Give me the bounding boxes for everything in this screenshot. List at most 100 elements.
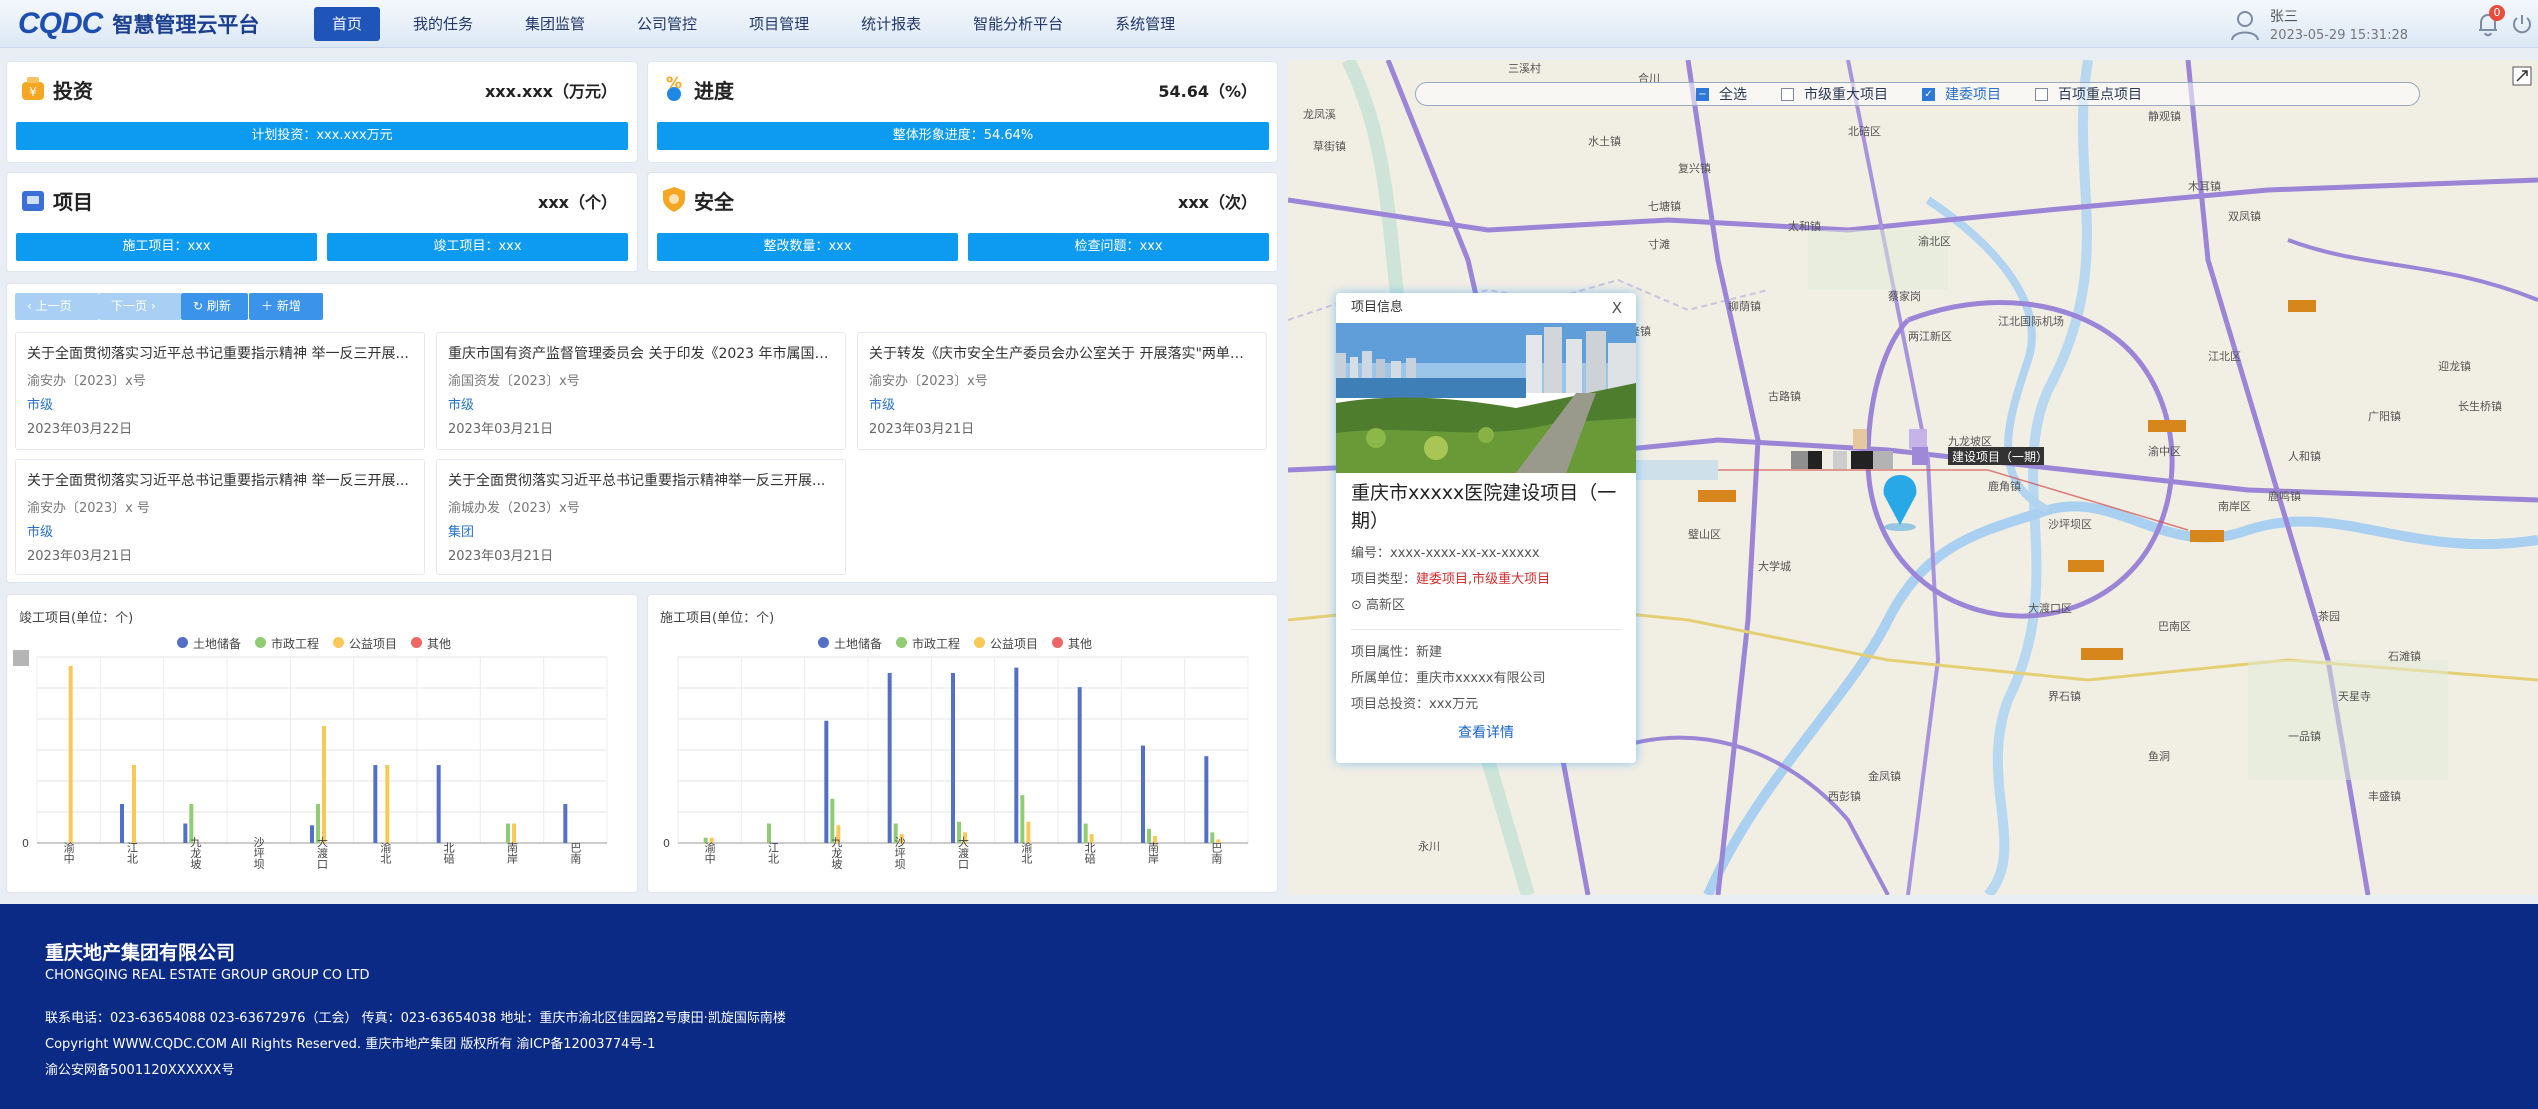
- map-place-label: 柳荫镇: [1728, 299, 1761, 313]
- notice-title[interactable]: 关于转发《庆市安全生产委员会办公室关于 开展落实"两单两...: [869, 343, 1255, 363]
- popup-header-title: 项目信息: [1351, 300, 1404, 315]
- notice-level: 市级: [27, 398, 54, 413]
- notice-title[interactable]: 关于全面贯彻落实习近平总书记重要指示精神 举一反三开展...: [27, 343, 413, 363]
- planned-investment-bar[interactable]: 计划投资：xxx.xxx万元: [16, 122, 628, 150]
- x-tick-label: 渝中: [62, 841, 75, 864]
- notice-card[interactable]: 关于全面贯彻落实习近平总书记重要指示精神 举一反三开展... 渝安办〔2023〕…: [15, 332, 425, 450]
- bar: [385, 765, 390, 843]
- location-pin-icon: ⊙: [1351, 598, 1367, 613]
- close-icon[interactable]: X: [1612, 293, 1622, 323]
- logo-mark: CQDC: [18, 7, 103, 40]
- notice-title[interactable]: 关于全面贯彻落实习近平总书记重要指示精神 举一反三开展...: [27, 470, 413, 490]
- add-button[interactable]: ＋ 新增: [249, 293, 323, 320]
- notice-date: 2023年03月21日: [27, 549, 133, 564]
- map-place-label: 江北国际机场: [1998, 314, 2064, 328]
- notice-level: 市级: [27, 525, 54, 540]
- bar: [1077, 687, 1082, 843]
- x-tick-label: 南岸: [506, 842, 519, 865]
- y-tick-label: 0: [22, 837, 29, 850]
- bar: [310, 825, 314, 843]
- map-place-label: 天星寺: [2338, 690, 2371, 703]
- nav-statistics[interactable]: 统计报表: [842, 7, 940, 41]
- shield-icon: [663, 187, 685, 212]
- power-icon[interactable]: [2510, 12, 2534, 36]
- map-place-label: 金凤镇: [1868, 769, 1901, 783]
- map-place-label: 广阳镇: [2368, 409, 2401, 423]
- nav-my-tasks[interactable]: 我的任务: [394, 7, 492, 41]
- notice-code: 渝安办〔2023〕x号: [27, 374, 146, 389]
- bar: [322, 726, 326, 843]
- progress-card: % 进度 54.64（%） 整体形象进度：54.64%: [647, 61, 1278, 163]
- prev-page-button[interactable]: ‹ 上一页: [15, 293, 99, 320]
- notice-code: 渝国资发〔2023〕x号: [448, 374, 580, 389]
- nav-project-management[interactable]: 项目管理: [730, 7, 828, 41]
- completed-project-bar[interactable]: 竣工项目：xxx: [327, 233, 628, 261]
- construction-project-bar[interactable]: 施工项目：xxx: [16, 233, 317, 261]
- svg-text:¥: ¥: [29, 85, 37, 99]
- nav-group-supervision[interactable]: 集团监管: [506, 7, 604, 41]
- map-place-label: 九龙坡区: [1948, 435, 1992, 448]
- inspection-issues-bar[interactable]: 检查问题：xxx: [968, 233, 1269, 261]
- notice-title[interactable]: 关于全面贯彻落实习近平总书记重要指示精神举一反三开展...: [448, 470, 834, 490]
- notice-level: 市级: [448, 398, 475, 413]
- next-page-button[interactable]: 下一页 ›: [99, 293, 181, 320]
- map-place-label: 三溪村: [1508, 61, 1541, 75]
- project-title: 项目: [53, 190, 93, 214]
- project-district-row: ⊙ 高新区: [1336, 593, 1636, 619]
- app-title: 智慧管理云平台: [112, 13, 260, 37]
- nav-home[interactable]: 首页: [314, 7, 381, 41]
- notice-card[interactable]: 关于转发《庆市安全生产委员会办公室关于 开展落实"两单两... 渝安办〔2023…: [857, 332, 1267, 450]
- checkbox-icon[interactable]: [1781, 87, 1794, 101]
- checkbox-checked-icon[interactable]: −: [1696, 87, 1709, 101]
- refresh-button[interactable]: ↻ 刷新: [181, 293, 248, 320]
- notice-title[interactable]: 重庆市国有资产监督管理委员会 关于印发《2023 年市属国有...: [448, 343, 834, 363]
- notice-code: 渝安办〔2023〕x 号: [27, 501, 150, 516]
- overall-progress-bar[interactable]: 整体形象进度：54.64%: [657, 122, 1269, 150]
- x-tick-label: 九龙坡: [189, 836, 202, 870]
- plus-icon: ＋: [261, 299, 277, 313]
- filter-hundred-key[interactable]: 百项重点项目: [2035, 84, 2142, 104]
- bar: [183, 823, 188, 843]
- footer-company-name: 重庆地产集团有限公司: [45, 942, 236, 964]
- expand-map-icon[interactable]: [2512, 66, 2532, 86]
- chart-grid: [677, 656, 1249, 844]
- field-label: 项目类型：: [1351, 572, 1417, 587]
- notice-card[interactable]: 重庆市国有资产监督管理委员会 关于印发《2023 年市属国有... 渝国资发〔2…: [436, 332, 846, 450]
- bar: [373, 765, 378, 843]
- notice-card[interactable]: 关于全面贯彻落实习近平总书记重要指示精神举一反三开展... 渝城办发（2023）…: [436, 459, 846, 575]
- notice-card[interactable]: 关于全面贯彻落实习近平总书记重要指示精神 举一反三开展... 渝安办〔2023〕…: [15, 459, 425, 575]
- x-tick-label: 北碚: [442, 842, 455, 865]
- map-place-label: 两江新区: [1908, 329, 1952, 343]
- x-tick-label: 巴南: [569, 842, 582, 864]
- map-place-label: 鱼洞: [2148, 749, 2170, 763]
- project-map[interactable]: 三溪村 合川 龙凤溪 草街镇 水土镇 复兴镇 寸滩 北碚区 七塘镇 太和镇 柳荫镇 蔡家岗 两江新区 江北…: [1288, 60, 2538, 895]
- construction-projects-chart-card: 施工项目(单位：个) 土地储备 市政工程 公益项目 其他 0 渝中 江北 九龙坡 沙坪坝…: [647, 594, 1278, 893]
- progress-title: 进度: [694, 79, 734, 103]
- map-place-label: 复兴镇: [1678, 161, 1711, 175]
- project-code-row: 编号：xxxx-xxxx-xx-xx-xxxxx: [1336, 541, 1636, 567]
- marker-label[interactable]: 建设项目（一期）: [1952, 448, 2048, 465]
- percent-icon: %: [666, 74, 682, 101]
- view-details-link[interactable]: 查看详情: [1336, 722, 1636, 742]
- map-place-label: 七塘镇: [1648, 199, 1681, 213]
- filter-construction-commission[interactable]: ✓ 建委项目: [1922, 84, 2001, 104]
- bar: [767, 823, 771, 843]
- project-attr: 新建: [1416, 645, 1443, 660]
- bar: [1020, 795, 1025, 843]
- filter-city-major[interactable]: 市级重大项目: [1781, 84, 1888, 104]
- filter-select-all[interactable]: − 全选: [1696, 84, 1747, 104]
- notice-code: 渝安办〔2023〕x号: [869, 374, 988, 389]
- nav-company-control[interactable]: 公司管控: [618, 7, 716, 41]
- nav-ai-analysis[interactable]: 智能分析平台: [954, 7, 1082, 41]
- bar: [887, 672, 892, 843]
- checkbox-checked-icon[interactable]: ✓: [1922, 87, 1935, 101]
- nav-system[interactable]: 系统管理: [1096, 7, 1194, 41]
- user-info[interactable]: 张三 2023-05-29 15:31:28: [2228, 6, 2408, 43]
- rectification-count-bar[interactable]: 整改数量：xxx: [657, 233, 958, 261]
- checkbox-icon[interactable]: [2035, 87, 2048, 101]
- map-place-label: 龙凤溪: [1303, 108, 1336, 121]
- logo[interactable]: CQDC 智慧管理云平台: [18, 6, 259, 42]
- bar: [132, 765, 136, 843]
- footer: 重庆地产集团有限公司 CHONGQING REAL ESTATE GROUP G…: [0, 904, 2538, 1109]
- add-label: 新增: [276, 299, 301, 313]
